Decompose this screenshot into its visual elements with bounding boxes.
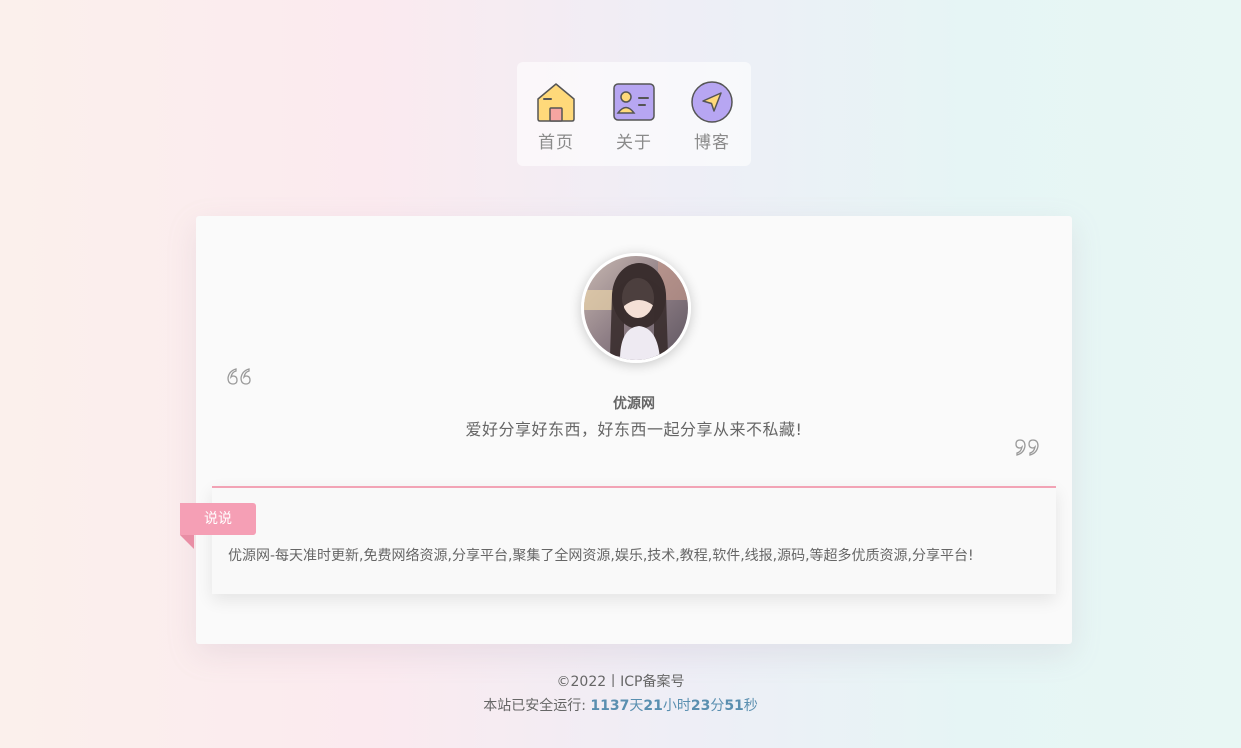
nav-label-blog: 博客	[694, 133, 730, 153]
copyright[interactable]: ©2022丨ICP备案号	[0, 670, 1241, 694]
avatar-photo	[584, 256, 688, 360]
nav-label-home: 首页	[538, 133, 574, 153]
runtime-days: 1137	[590, 698, 630, 714]
runtime-seconds: 51	[724, 698, 744, 714]
quote-open-icon	[227, 368, 251, 385]
runtime-minutes-unit: 分	[710, 698, 725, 714]
shuoshuo-panel: 说说 优源网-每天准时更新,免费网络资源,分享平台,聚集了全网资源,娱乐,技术,…	[180, 486, 1056, 594]
avatar	[581, 253, 691, 363]
send-icon	[691, 81, 733, 123]
nav-item-about[interactable]: 关于	[604, 80, 664, 153]
top-nav: 首页 关于 博客	[517, 62, 751, 166]
nav-item-home[interactable]: 首页	[526, 80, 586, 153]
runtime-hours: 21	[643, 698, 663, 714]
profile-card: 优源网 爱好分享好东西，好东西一起分享从来不私藏! 说说 优源网-每天准时更新,…	[180, 216, 1072, 644]
nav-label-about: 关于	[616, 133, 652, 153]
shuoshuo-tag: 说说	[180, 503, 256, 535]
footer: ©2022丨ICP备案号 本站已安全运行: 1137天21小时23分51秒	[0, 670, 1241, 718]
tag-fold-decoration	[180, 535, 194, 549]
runtime-label: 本站已安全运行:	[483, 698, 591, 714]
runtime-days-unit: 天	[629, 698, 644, 714]
runtime-seconds-unit: 秒	[743, 698, 758, 714]
quote-close-icon	[1015, 439, 1039, 456]
site-name: 优源网	[613, 396, 655, 412]
home-icon	[537, 83, 575, 122]
runtime-counter: 1137天21小时23分51秒	[590, 698, 757, 714]
motto: 爱好分享好东西，好东西一起分享从来不私藏!	[465, 420, 803, 439]
runtime-hours-unit: 小时	[662, 698, 691, 714]
nav-item-blog[interactable]: 博客	[682, 80, 742, 153]
shuoshuo-text: 优源网-每天准时更新,免费网络资源,分享平台,聚集了全网资源,娱乐,技术,教程,…	[228, 548, 974, 564]
id-card-icon	[613, 83, 655, 121]
runtime-minutes: 23	[690, 698, 711, 714]
runtime-line: 本站已安全运行: 1137天21小时23分51秒	[0, 694, 1241, 718]
